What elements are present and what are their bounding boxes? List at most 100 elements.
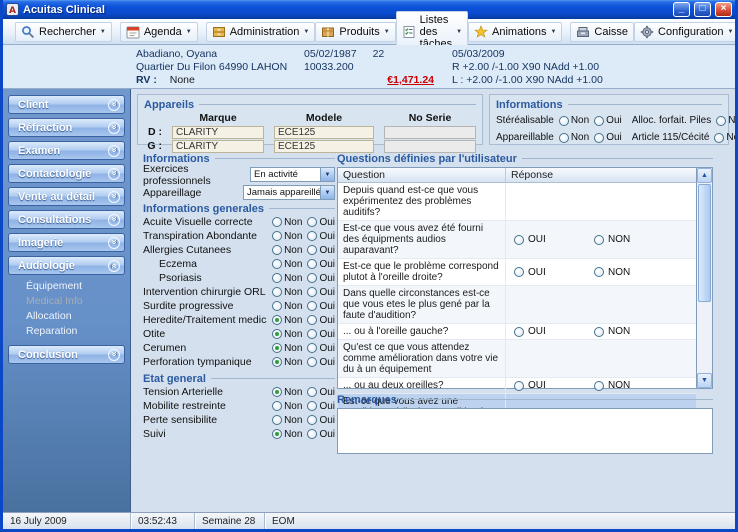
answer-oui[interactable]: OUI: [514, 326, 594, 337]
radio-non[interactable]: Non: [272, 387, 302, 398]
radio-non[interactable]: Non: [272, 273, 302, 284]
radio-oui[interactable]: Oui: [307, 357, 335, 368]
minimize-button[interactable]: _: [673, 2, 690, 17]
questions-scrollbar[interactable]: ▲ ▼: [696, 168, 712, 388]
etat-general-group: Etat general Tension Arterielle Non Oui …: [143, 372, 335, 441]
question-row[interactable]: Qu'est ce que vous attendez comme amélio…: [338, 340, 696, 378]
agenda-button[interactable]: Agenda ▼: [119, 21, 198, 42]
radio-oui[interactable]: Oui: [307, 245, 335, 256]
configuration-button[interactable]: Configuration ▼: [634, 21, 735, 42]
radio-oui[interactable]: Oui: [594, 115, 622, 126]
radio-non[interactable]: Non: [272, 343, 302, 354]
radio-oui[interactable]: Oui: [307, 329, 335, 340]
radio-oui[interactable]: Oui: [307, 429, 335, 440]
radio-oui[interactable]: Oui: [307, 217, 335, 228]
radio-non[interactable]: Non: [272, 315, 302, 326]
radio-oui[interactable]: Oui: [307, 415, 335, 426]
radio-oui[interactable]: Oui: [307, 231, 335, 242]
radio-non[interactable]: Non: [272, 401, 302, 412]
radio-oui[interactable]: Oui: [307, 301, 335, 312]
administration-button[interactable]: Administration ▼: [205, 21, 316, 42]
caisse-button[interactable]: Caisse: [570, 21, 635, 42]
radio-non[interactable]: Non: [272, 245, 302, 256]
radio-oui[interactable]: Oui: [307, 315, 335, 326]
radio-non[interactable]: Non: [272, 217, 302, 228]
radio-non[interactable]: Non: [272, 231, 302, 242]
rx-left: L : +2.00 /-1.00 X90 NAdd +1.00: [452, 74, 603, 86]
sidebar-item-reparation[interactable]: Reparation: [26, 325, 125, 340]
sidebar-item-refraction[interactable]: Réfraction «: [8, 118, 125, 137]
question-row[interactable]: ... ou à l'oreille gauche? OUI NON: [338, 324, 696, 340]
answer-oui[interactable]: OUI: [514, 380, 594, 391]
serie-droite-field[interactable]: [384, 126, 476, 139]
chevron-down-icon[interactable]: ▼: [320, 186, 334, 199]
question-row[interactable]: Est-ce que le problème correspond plutot…: [338, 259, 696, 286]
question-row[interactable]: Depuis quand est-ce que vous expérimente…: [338, 183, 696, 221]
general-item: Acuite Visuelle correcte Non Oui: [143, 216, 335, 228]
exercices-dropdown[interactable]: En activité ▼: [250, 167, 335, 182]
scroll-track[interactable]: [697, 183, 712, 373]
radio-non[interactable]: Non: [558, 132, 589, 143]
remarques-textarea[interactable]: [337, 408, 713, 454]
scroll-thumb[interactable]: [698, 184, 711, 302]
radio-non[interactable]: Non: [272, 357, 302, 368]
maximize-button[interactable]: □: [694, 2, 711, 17]
produits-button[interactable]: Produits ▼: [315, 21, 396, 42]
radio-oui[interactable]: Oui: [594, 132, 622, 143]
answer-oui[interactable]: OUI: [514, 234, 594, 245]
radio-non[interactable]: Non: [272, 429, 302, 440]
sidebar-item-contactologie[interactable]: Contactologie «: [8, 164, 125, 183]
chevron-expand-icon[interactable]: «: [108, 213, 120, 226]
chevron-collapse-icon[interactable]: «: [108, 259, 120, 272]
chevron-expand-icon[interactable]: «: [108, 144, 120, 157]
sidebar-item-equipement[interactable]: Équipement: [26, 280, 125, 295]
radio-oui[interactable]: Oui: [307, 387, 335, 398]
radio-non[interactable]: Non: [272, 301, 302, 312]
answer-oui[interactable]: OUI: [514, 267, 594, 278]
answer-non[interactable]: NON: [594, 326, 674, 337]
question-row[interactable]: Dans quelle circonstances est-ce que vou…: [338, 286, 696, 324]
radio-non[interactable]: Non: [558, 115, 589, 126]
radio-non[interactable]: Non: [272, 329, 302, 340]
sidebar-item-examen[interactable]: Examen «: [8, 141, 125, 160]
radio-oui[interactable]: Oui: [307, 287, 335, 298]
sidebar-item-vente-au-detail[interactable]: Vente au détail «: [8, 187, 125, 206]
answer-non[interactable]: NON: [594, 267, 674, 278]
appareillage-dropdown[interactable]: Jamais appareillé ▼: [243, 185, 335, 200]
sidebar-item-client[interactable]: Client «: [8, 95, 125, 114]
radio-non[interactable]: Non: [272, 415, 302, 426]
radio-oui[interactable]: Oui: [307, 273, 335, 284]
marque-droite-field[interactable]: CLARITY: [172, 126, 264, 139]
radio-non[interactable]: Non: [716, 115, 735, 126]
chevron-expand-icon[interactable]: «: [108, 98, 120, 111]
radio-oui[interactable]: Oui: [307, 259, 335, 270]
radio-non[interactable]: Non: [272, 287, 302, 298]
radio-non[interactable]: Non: [714, 132, 735, 143]
modele-droite-field[interactable]: ECE125: [274, 126, 374, 139]
sidebar-item-consultations[interactable]: Consultations «: [8, 210, 125, 229]
question-row[interactable]: Est-ce que vous avez été fourni des équi…: [338, 221, 696, 259]
rechercher-button[interactable]: Rechercher ▼: [15, 21, 112, 42]
sidebar-item-conclusion[interactable]: Conclusion «: [8, 345, 125, 364]
chevron-expand-icon[interactable]: «: [108, 190, 120, 203]
radio-non[interactable]: Non: [272, 259, 302, 270]
scroll-down-icon[interactable]: ▼: [697, 373, 712, 388]
sidebar-item-audiologie[interactable]: Audiologie «: [8, 256, 125, 275]
chevron-expand-icon[interactable]: «: [108, 236, 120, 249]
sidebar-audiologie-subitems: Équipement Medical Info Allocation Repar…: [8, 279, 125, 345]
scroll-up-icon[interactable]: ▲: [697, 168, 712, 183]
chevron-down-icon[interactable]: ▼: [320, 168, 334, 181]
sidebar-item-allocation[interactable]: Allocation: [26, 310, 125, 325]
animations-button[interactable]: Animations ▼: [468, 21, 563, 42]
answer-non[interactable]: NON: [594, 380, 674, 391]
chevron-expand-icon[interactable]: «: [108, 121, 120, 134]
sidebar-item-medical-info[interactable]: Medical Info: [26, 295, 125, 310]
chevron-expand-icon[interactable]: «: [108, 167, 120, 180]
close-button[interactable]: ×: [715, 2, 732, 17]
radio-oui[interactable]: Oui: [307, 401, 335, 412]
sidebar-item-imagerie[interactable]: Imagerie «: [8, 233, 125, 252]
answer-non[interactable]: NON: [594, 234, 674, 245]
question-row[interactable]: ... ou au deux oreilles? OUI NON: [338, 378, 696, 394]
radio-oui[interactable]: Oui: [307, 343, 335, 354]
chevron-expand-icon[interactable]: «: [108, 348, 120, 361]
